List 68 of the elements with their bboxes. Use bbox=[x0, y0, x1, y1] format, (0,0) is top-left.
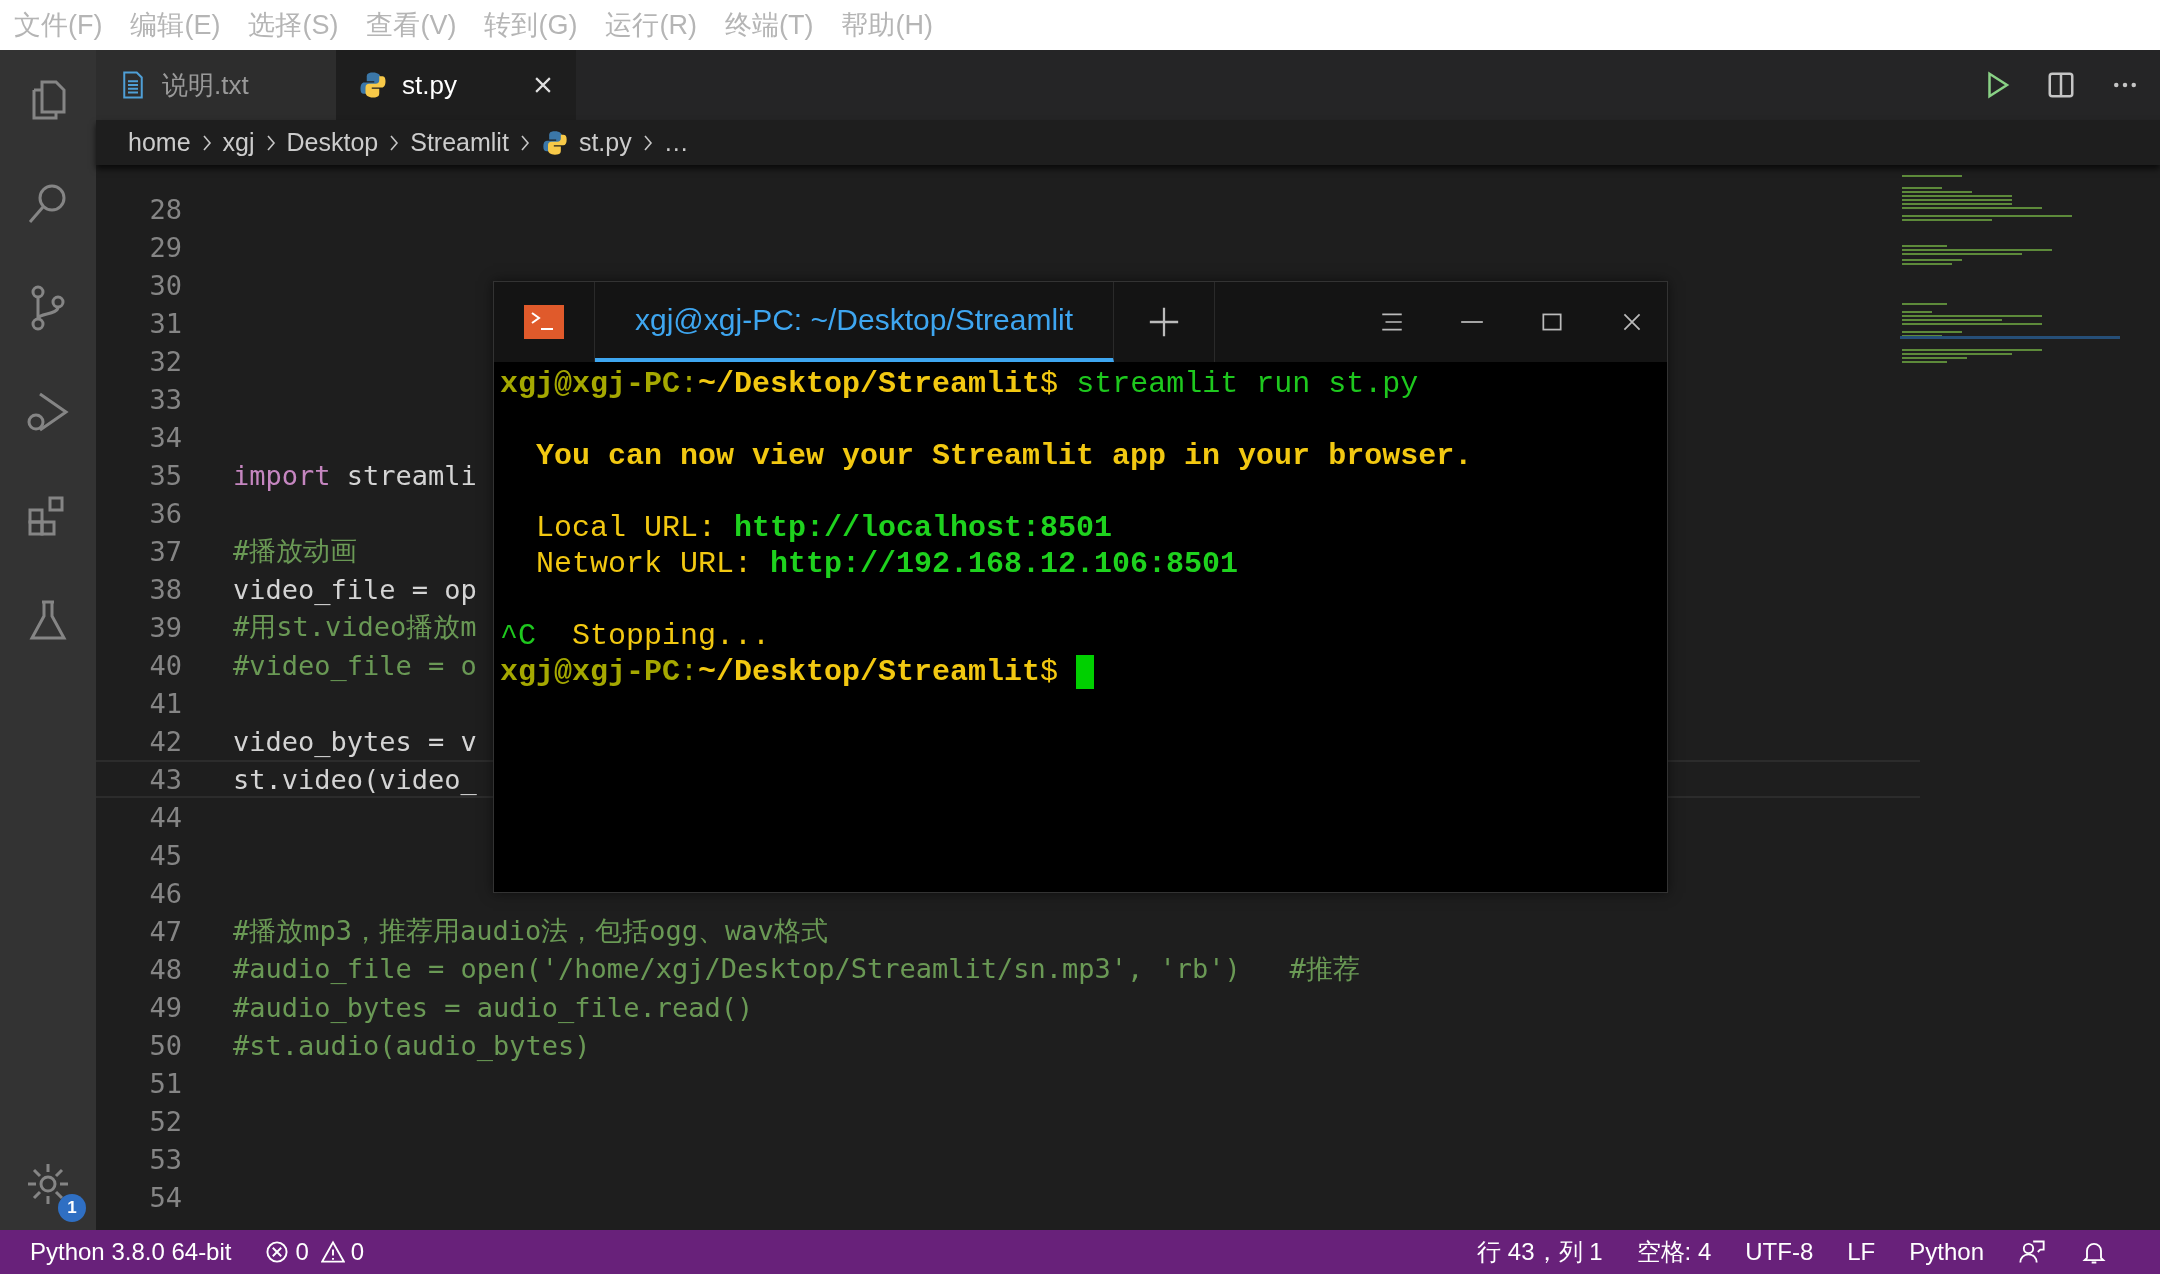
line-number: 31 bbox=[148, 307, 182, 339]
breadcrumb-item[interactable]: Streamlit bbox=[410, 128, 509, 157]
breadcrumb-item[interactable]: … bbox=[663, 128, 689, 157]
python-icon bbox=[358, 70, 388, 100]
code-line: video_bytes = v bbox=[233, 725, 477, 757]
line-number: 41 bbox=[148, 687, 182, 719]
code-line: st.video(video_ bbox=[233, 763, 477, 795]
terminal-message: You can now view your Streamlit app in your browser. bbox=[535, 439, 1473, 473]
code-line: #audio_file = open('/home/xgj/Desktop/Streamlit/sn.mp3', 'rb') #推荐 bbox=[233, 952, 1360, 986]
interpreter-status[interactable]: Python 3.8.0 64-bit bbox=[30, 1238, 232, 1266]
error-count[interactable]: 0 bbox=[295, 1238, 309, 1266]
code-line: video_file = op bbox=[233, 573, 477, 605]
terminal-prompt: xgj@xgj-PC:~/Desktop/Streamlit$ bbox=[500, 655, 1059, 689]
line-number: 46 bbox=[148, 877, 182, 909]
line-number: 30 bbox=[148, 269, 182, 301]
line-number: 38 bbox=[148, 573, 182, 605]
line-number: 37 bbox=[148, 535, 182, 567]
terminal-url-line: Network URL: http://192.168.12.106:8501 bbox=[535, 547, 1239, 581]
line-number: 34 bbox=[148, 421, 182, 453]
warning-icon[interactable] bbox=[320, 1240, 345, 1264]
editor-tab[interactable]: 说明.txt bbox=[96, 50, 336, 120]
line-number: 45 bbox=[148, 839, 182, 871]
code-line: #video_file = o bbox=[233, 649, 477, 681]
line-number: 28 bbox=[148, 193, 182, 225]
line-number: 42 bbox=[148, 725, 182, 757]
line-number: 35 bbox=[148, 459, 182, 491]
line-number: 51 bbox=[148, 1067, 182, 1099]
line-number: 43 bbox=[148, 763, 182, 795]
code-line: #用st.video播放m bbox=[233, 610, 477, 644]
line-number: 48 bbox=[148, 953, 182, 985]
breadcrumb-item[interactable]: Desktop bbox=[286, 128, 379, 157]
line-ending-status[interactable]: LF bbox=[1847, 1238, 1876, 1266]
feedback-icon[interactable] bbox=[2018, 1238, 2046, 1266]
line-number: 54 bbox=[148, 1181, 182, 1213]
terminal-prompt: xgj@xgj-PC:~/Desktop/Streamlit$ streamlit run st.py bbox=[500, 367, 1419, 401]
terminal-icon bbox=[524, 305, 564, 339]
line-number: 29 bbox=[148, 231, 182, 263]
error-icon[interactable] bbox=[265, 1240, 290, 1264]
python-icon bbox=[540, 128, 569, 157]
code-line: import streamli bbox=[233, 459, 477, 491]
indent-status[interactable]: 空格: 4 bbox=[1636, 1236, 1712, 1268]
line-number: 50 bbox=[148, 1029, 182, 1061]
split-editor-icon[interactable] bbox=[2046, 70, 2076, 100]
line-number: 47 bbox=[148, 915, 182, 947]
line-number: 39 bbox=[148, 611, 182, 643]
code-line: #audio_bytes = audio_file.read() bbox=[233, 991, 754, 1023]
breadcrumb-item[interactable]: home bbox=[128, 128, 191, 157]
code-line: #播放mp3，推荐用audio法，包括ogg、wav格式 bbox=[233, 914, 828, 948]
terminal-url-line: Local URL: http://localhost:8501 bbox=[535, 511, 1113, 545]
line-number: 40 bbox=[148, 649, 182, 681]
language-status[interactable]: Python bbox=[1909, 1238, 1984, 1266]
line-number: 36 bbox=[148, 497, 182, 529]
line-number: 53 bbox=[148, 1143, 182, 1175]
code-line: #播放动画 bbox=[233, 534, 358, 568]
editor-tab[interactable]: st.py bbox=[336, 50, 576, 120]
line-number: 32 bbox=[148, 345, 182, 377]
warning-count[interactable]: 0 bbox=[350, 1238, 365, 1266]
breadcrumb-item[interactable]: xgj bbox=[222, 128, 255, 157]
line-number: 52 bbox=[148, 1105, 182, 1137]
notification-badge: 1 bbox=[58, 1194, 86, 1222]
cursor-position[interactable]: 行 43，列 1 bbox=[1477, 1236, 1603, 1268]
line-number: 44 bbox=[148, 801, 182, 833]
breadcrumb-item[interactable]: st.py bbox=[578, 128, 632, 157]
line-number: 49 bbox=[148, 991, 182, 1023]
line-number: 33 bbox=[148, 383, 182, 415]
terminal-message: ^C Stopping... bbox=[500, 619, 771, 653]
encoding-status[interactable]: UTF-8 bbox=[1745, 1238, 1814, 1266]
code-line: #st.audio(audio_bytes) bbox=[233, 1029, 591, 1061]
